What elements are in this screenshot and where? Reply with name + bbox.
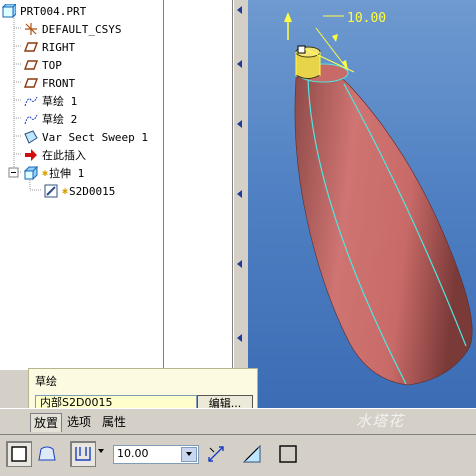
tree-root[interactable]: PRT004.PRT: [1, 2, 87, 20]
dashboard-tabs: 放置 选项 属性: [0, 408, 476, 435]
tree-item-label: 草绘 1: [42, 95, 78, 108]
flip-direction-button[interactable]: [203, 441, 229, 467]
tree-item-label: Var Sect Sweep 1: [42, 130, 148, 144]
datum-plane-icon: [23, 76, 39, 90]
surface-extrude-button[interactable]: [34, 441, 60, 467]
part-icon: [1, 2, 18, 19]
thicken-icon: [279, 445, 297, 463]
watermark: 水塔花: [356, 412, 405, 430]
blind-depth-icon: [75, 447, 91, 461]
sweep-icon: [24, 130, 38, 144]
collapse-left-arrow-icon[interactable]: [237, 120, 242, 128]
tree-item-top[interactable]: TOP: [23, 56, 62, 74]
tree-item-extrude-1[interactable]: ✱ 拉伸 1: [23, 164, 85, 182]
collapse-left-arrow-icon[interactable]: [237, 334, 242, 342]
collapse-left-arrow-icon[interactable]: [237, 190, 242, 198]
datum-plane-icon: [23, 40, 39, 54]
extrude-preview: [295, 55, 321, 79]
remove-material-button[interactable]: [239, 441, 265, 467]
remove-material-icon: [242, 444, 261, 463]
tree-item-s2d0015[interactable]: ✱ S2D0015: [44, 182, 115, 200]
tree-item-right[interactable]: RIGHT: [23, 38, 76, 56]
pane-splitter[interactable]: [233, 0, 249, 400]
tab-options[interactable]: 选项: [64, 413, 94, 431]
insert-here-arrow-icon: [24, 148, 38, 162]
sketch-icon: [24, 112, 38, 126]
flip-direction-icon: [208, 446, 224, 462]
tab-placement[interactable]: 放置: [30, 413, 63, 432]
depth-option-dropdown-icon[interactable]: [98, 449, 104, 453]
thicken-sketch-button[interactable]: [275, 441, 301, 467]
model-view[interactable]: 10.00: [248, 0, 476, 408]
solid-extrude-button[interactable]: [6, 441, 32, 467]
tree-item-default-csys[interactable]: DEFAULT_CSYS: [24, 20, 121, 38]
dashboard-toolbar: 10.00: [0, 434, 476, 476]
dimension-label[interactable]: 10.00: [347, 11, 386, 26]
tree-item-label: 拉伸 1: [49, 167, 85, 180]
datum-plane-icon: [23, 58, 39, 72]
depth-option-button[interactable]: [70, 441, 96, 467]
sketch-feature-icon: [44, 184, 58, 198]
layer-pane: [164, 0, 233, 370]
tree-item-sketch-1[interactable]: 草绘 1: [24, 92, 77, 110]
csys-icon: [24, 22, 38, 36]
collapse-left-arrow-icon[interactable]: [237, 260, 242, 268]
tree-item-label: S2D0015: [69, 184, 116, 198]
depth-value: 10.00: [117, 447, 149, 460]
tree-item-sketch-2[interactable]: 草绘 2: [24, 110, 77, 128]
tree-item-insert-here[interactable]: 在此插入: [24, 146, 86, 164]
solid-icon: [11, 446, 27, 462]
drag-handle: [297, 45, 306, 54]
collapse-left-arrow-icon[interactable]: [237, 60, 242, 68]
sketch-icon: [24, 94, 38, 108]
collapse-left-arrow-icon[interactable]: [237, 6, 242, 14]
tree-root-label: PRT004.PRT: [20, 4, 87, 18]
tree-item-label: DEFAULT_CSYS: [42, 22, 122, 36]
tree-item-front[interactable]: FRONT: [23, 74, 76, 92]
tree-item-label: RIGHT: [42, 40, 76, 54]
tree-item-var-sect-sweep[interactable]: Var Sect Sweep 1: [24, 128, 148, 146]
tree-item-label: 草绘 2: [42, 113, 78, 126]
panel-title: 草绘: [35, 375, 57, 388]
model-tree[interactable]: PRT004.PRT DEFAULT_CSYS RIGHT TOP FRONT …: [0, 0, 164, 370]
depth-value-select[interactable]: 10.00: [113, 445, 199, 464]
extrude-icon: [23, 165, 39, 181]
graphics-viewport[interactable]: 10.00: [248, 0, 476, 408]
surface-icon: [38, 446, 56, 461]
tree-item-label: FRONT: [42, 76, 76, 90]
new-feature-star-icon: ✱: [42, 167, 49, 179]
tree-item-label: TOP: [42, 58, 62, 72]
tree-item-label: 在此插入: [42, 149, 86, 162]
tab-properties[interactable]: 属性: [99, 413, 129, 431]
chevron-down-icon[interactable]: [181, 447, 197, 462]
new-feature-star-icon: ✱: [62, 185, 69, 197]
